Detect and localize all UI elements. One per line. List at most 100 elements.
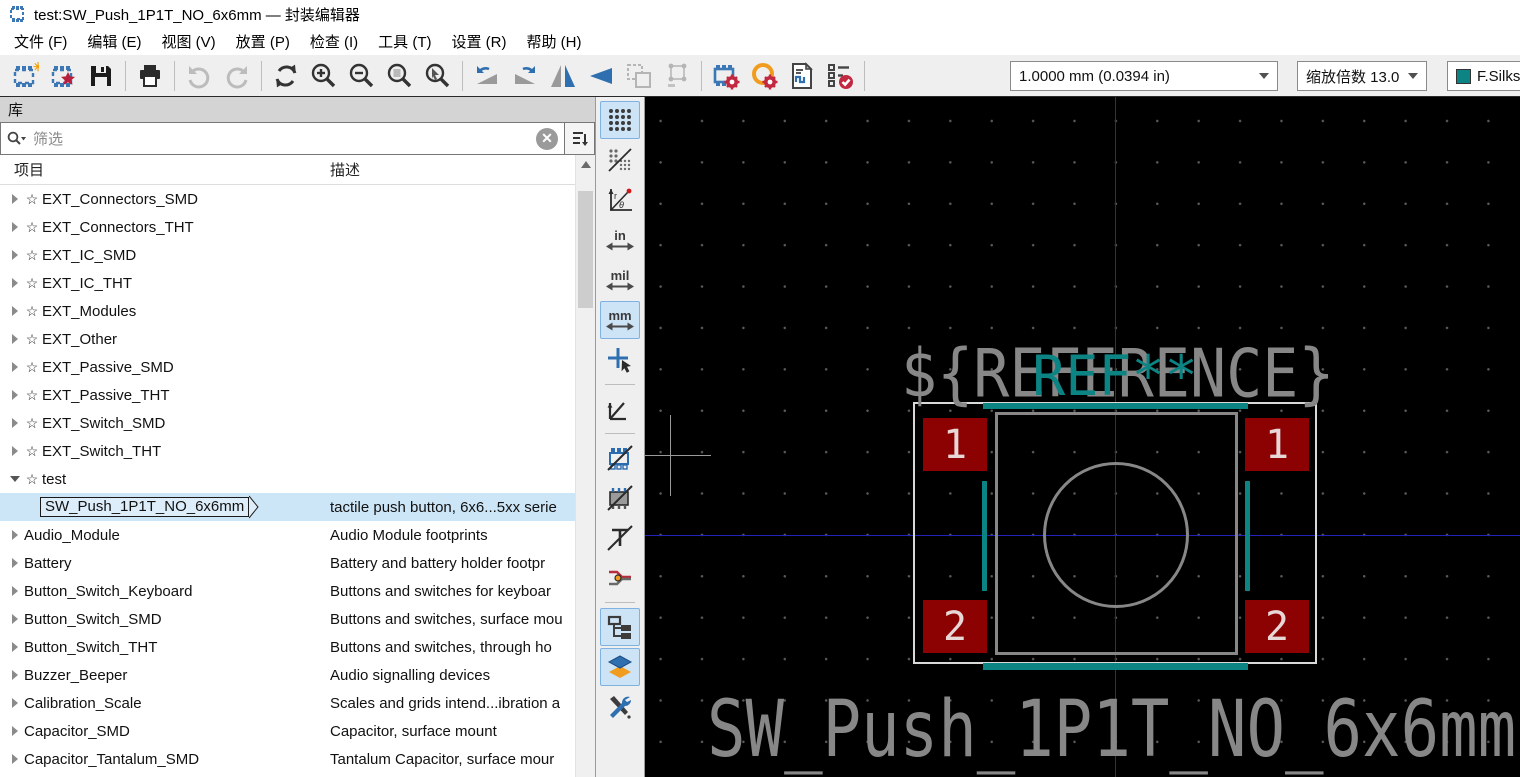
library-item-label[interactable]: EXT_Connectors_SMD bbox=[42, 191, 198, 208]
chevron-right-icon[interactable] bbox=[6, 362, 24, 372]
chevron-right-icon[interactable] bbox=[6, 446, 24, 456]
library-tree-row[interactable]: ☆EXT_Switch_THT bbox=[0, 437, 595, 465]
library-tree-row[interactable]: ☆EXT_Connectors_THT bbox=[0, 213, 595, 241]
clear-filter-icon[interactable]: ✕ bbox=[536, 128, 558, 150]
chevron-right-icon[interactable] bbox=[6, 418, 24, 428]
library-item-label[interactable]: EXT_IC_THT bbox=[42, 275, 132, 292]
pad-2-left[interactable]: 2 bbox=[923, 600, 987, 653]
library-item-label[interactable]: EXT_IC_SMD bbox=[42, 247, 136, 264]
library-tools-button[interactable] bbox=[600, 688, 640, 726]
reference-silk-text[interactable]: REF** bbox=[901, 344, 1329, 408]
redo-button[interactable] bbox=[218, 59, 256, 93]
column-header-item[interactable]: 项目 bbox=[0, 159, 330, 180]
chevron-right-icon[interactable] bbox=[6, 306, 24, 316]
chevron-right-icon[interactable] bbox=[6, 250, 24, 260]
menu-file[interactable]: 文件 (F) bbox=[4, 28, 77, 55]
zoom-level-select[interactable]: 缩放倍数 13.00 bbox=[1297, 61, 1427, 91]
library-item-label[interactable]: Button_Switch_SMD bbox=[24, 611, 162, 628]
units-mm-button[interactable]: mm bbox=[600, 301, 640, 339]
chevron-right-icon[interactable] bbox=[6, 726, 24, 736]
library-tree-row[interactable]: ☆EXT_Switch_SMD bbox=[0, 409, 595, 437]
scrollbar-thumb[interactable] bbox=[578, 191, 593, 308]
chevron-right-icon[interactable] bbox=[6, 754, 24, 764]
footprint-name-text[interactable]: SW_Push_1P1T_NO_6x6mm bbox=[707, 685, 1516, 775]
menu-edit[interactable]: 编辑 (E) bbox=[77, 28, 151, 55]
ungroup-button[interactable] bbox=[658, 59, 696, 93]
silkscreen-line-right[interactable] bbox=[1245, 481, 1250, 591]
zoom-in-button[interactable] bbox=[305, 59, 343, 93]
library-item-label[interactable]: EXT_Switch_THT bbox=[42, 443, 161, 460]
silkscreen-line-left[interactable] bbox=[982, 481, 987, 591]
footprint-checker-button[interactable] bbox=[783, 59, 821, 93]
polar-coordinates-toggle[interactable]: rθ bbox=[600, 181, 640, 219]
library-tree-row[interactable]: Capacitor_SMDCapacitor, surface mount bbox=[0, 717, 595, 745]
fab-button-circle[interactable] bbox=[1043, 462, 1189, 608]
chevron-right-icon[interactable] bbox=[6, 558, 24, 568]
zoom-out-button[interactable] bbox=[343, 59, 381, 93]
library-item-label[interactable]: Buzzer_Beeper bbox=[24, 667, 127, 684]
library-tree-row[interactable]: ☆EXT_Modules bbox=[0, 297, 595, 325]
filter-input[interactable]: 筛选 ✕ bbox=[0, 122, 565, 155]
chevron-right-icon[interactable] bbox=[6, 586, 24, 596]
print-button[interactable] bbox=[131, 59, 169, 93]
active-layer-select[interactable]: F.Silks bbox=[1447, 61, 1520, 91]
grid-size-select[interactable]: 1.0000 mm (0.0394 in) bbox=[1010, 61, 1278, 91]
pad-properties-button[interactable] bbox=[745, 59, 783, 93]
chevron-right-icon[interactable] bbox=[6, 334, 24, 344]
library-tree-row[interactable]: Button_Switch_SMDButtons and switches, s… bbox=[0, 605, 595, 633]
silkscreen-line-bottom[interactable] bbox=[983, 663, 1248, 670]
grid-override-toggle[interactable] bbox=[600, 141, 640, 179]
menu-place[interactable]: 放置 (P) bbox=[226, 28, 300, 55]
chevron-right-icon[interactable] bbox=[6, 614, 24, 624]
tree-scrollbar[interactable] bbox=[575, 155, 595, 777]
library-item-label[interactable]: Capacitor_Tantalum_SMD bbox=[24, 751, 199, 768]
library-item-label[interactable]: Battery bbox=[24, 555, 72, 572]
library-item-label[interactable]: EXT_Switch_SMD bbox=[42, 415, 165, 432]
library-item-label[interactable]: EXT_Other bbox=[42, 331, 117, 348]
layers-manager-toggle[interactable] bbox=[600, 648, 640, 686]
footprint-properties-button[interactable] bbox=[707, 59, 745, 93]
library-tree-row[interactable]: BatteryBattery and battery holder footpr bbox=[0, 549, 595, 577]
menu-inspect[interactable]: 检查 (I) bbox=[300, 28, 368, 55]
group-button[interactable] bbox=[620, 59, 658, 93]
library-tree-row[interactable]: Buzzer_BeeperAudio signalling devices bbox=[0, 661, 595, 689]
chevron-right-icon[interactable] bbox=[6, 670, 24, 680]
menu-tools[interactable]: 工具 (T) bbox=[368, 28, 441, 55]
design-rules-check-button[interactable] bbox=[821, 59, 859, 93]
rotate-cw-button[interactable] bbox=[506, 59, 544, 93]
pad-1-right[interactable]: 1 bbox=[1245, 418, 1309, 471]
library-tree-row[interactable]: ☆EXT_Connectors_SMD bbox=[0, 185, 595, 213]
new-footprint-button[interactable]: ✳ bbox=[6, 59, 44, 93]
outline-mode-text-toggle[interactable] bbox=[600, 519, 640, 557]
column-header-description[interactable]: 描述 bbox=[330, 159, 360, 180]
sort-options-button[interactable] bbox=[565, 122, 595, 155]
library-item-label[interactable]: EXT_Passive_SMD bbox=[42, 359, 174, 376]
grid-dots-toggle[interactable] bbox=[600, 101, 640, 139]
pad-2-right[interactable]: 2 bbox=[1245, 600, 1309, 653]
library-tree-row[interactable]: ☆EXT_Passive_SMD bbox=[0, 353, 595, 381]
mirror-horizontal-button[interactable] bbox=[544, 59, 582, 93]
library-tree-row[interactable]: Button_Switch_THTButtons and switches, t… bbox=[0, 633, 595, 661]
library-tree-row[interactable]: ☆EXT_IC_THT bbox=[0, 269, 595, 297]
scrollbar-up-icon[interactable] bbox=[581, 161, 591, 168]
chevron-right-icon[interactable] bbox=[6, 642, 24, 652]
properties-panel-toggle[interactable] bbox=[600, 608, 640, 646]
crosshair-cursor-toggle[interactable] bbox=[600, 341, 640, 379]
rotate-ccw-button[interactable] bbox=[468, 59, 506, 93]
chevron-right-icon[interactable] bbox=[6, 530, 24, 540]
library-tree-row[interactable]: Calibration_ScaleScales and grids intend… bbox=[0, 689, 595, 717]
library-tree-row[interactable]: Button_Switch_KeyboardButtons and switch… bbox=[0, 577, 595, 605]
library-tree-row[interactable]: ☆EXT_Passive_THT bbox=[0, 381, 595, 409]
library-item-label[interactable]: EXT_Modules bbox=[42, 303, 136, 320]
save-button[interactable] bbox=[82, 59, 120, 93]
library-tree-row[interactable]: Audio_ModuleAudio Module footprints bbox=[0, 521, 595, 549]
refresh-view-button[interactable] bbox=[267, 59, 305, 93]
library-item-label[interactable]: test bbox=[42, 471, 66, 488]
library-item-label[interactable]: SW_Push_1P1T_NO_6x6mm bbox=[40, 497, 249, 517]
footprint-wizard-button[interactable] bbox=[44, 59, 82, 93]
mirror-vertical-button[interactable] bbox=[582, 59, 620, 93]
outline-mode-graphics-toggle[interactable] bbox=[600, 559, 640, 597]
menu-preferences[interactable]: 设置 (R) bbox=[442, 28, 517, 55]
library-item-label[interactable]: Calibration_Scale bbox=[24, 695, 142, 712]
library-tree-row[interactable]: ☆EXT_IC_SMD bbox=[0, 241, 595, 269]
